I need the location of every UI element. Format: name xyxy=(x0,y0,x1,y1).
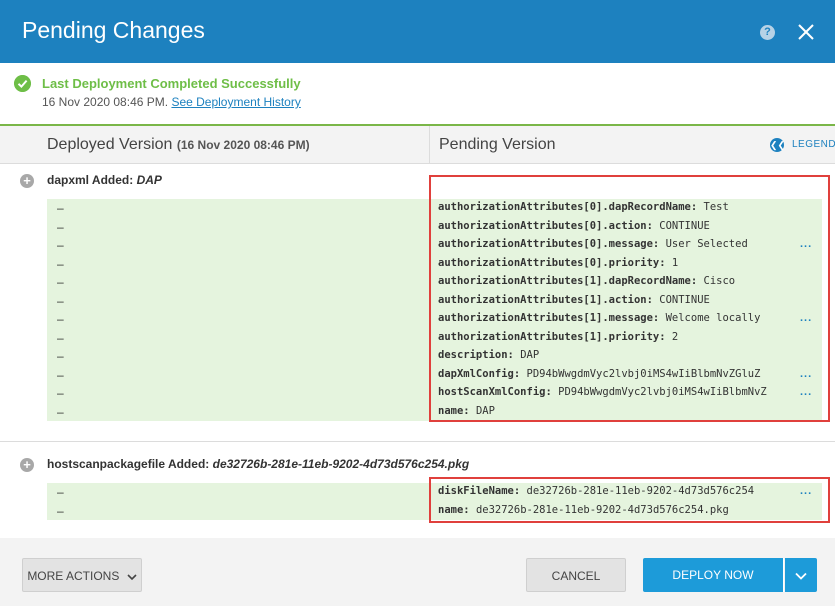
last-deployment-date: 16 Nov 2020 08:46 PM. xyxy=(42,95,169,109)
plus-circle-icon[interactable]: + xyxy=(20,174,34,188)
column-divider xyxy=(429,126,430,164)
cancel-button[interactable]: CANCEL xyxy=(526,558,626,592)
check-circle-icon xyxy=(14,75,31,92)
see-deployment-history-link[interactable]: See Deployment History xyxy=(171,95,300,109)
section-object-name: DAP xyxy=(136,173,162,187)
deployed-version-title: Deployed Version xyxy=(47,136,173,153)
version-column-header: Deployed Version (16 Nov 2020 08:46 PM) … xyxy=(0,126,835,164)
status-title: Last Deployment Completed Successfully xyxy=(42,76,301,91)
section-object-name: de32726b-281e-11eb-9202-4d73d576c254.pkg xyxy=(212,457,470,471)
section-title: hostscanpackagefile Added: de32726b-281e… xyxy=(47,457,470,471)
section-title: dapxml Added: DAP xyxy=(47,173,162,187)
deployed-version-heading: Deployed Version (16 Nov 2020 08:46 PM) xyxy=(47,136,310,154)
close-icon[interactable] xyxy=(796,22,816,42)
more-actions-button[interactable]: MORE ACTIONS xyxy=(22,558,142,592)
deployed-version-date: (16 Nov 2020 08:46 PM) xyxy=(176,138,310,152)
deployment-status: Last Deployment Completed Successfully 1… xyxy=(0,63,835,125)
plus-circle-icon[interactable]: + xyxy=(20,458,34,472)
highlight-box xyxy=(429,477,830,523)
dialog-header: Pending Changes ? xyxy=(0,0,835,63)
help-icon[interactable]: ? xyxy=(760,25,775,40)
legend-label: LEGEND xyxy=(792,139,835,150)
section-divider xyxy=(0,441,835,442)
section-hostscan-header: + hostscanpackagefile Added: de32726b-28… xyxy=(0,450,835,480)
deploy-now-button[interactable]: DEPLOY NOW xyxy=(643,558,784,592)
dialog-title: Pending Changes xyxy=(22,17,205,43)
chevron-down-icon xyxy=(795,572,807,580)
pending-version-title: Pending Version xyxy=(439,136,556,153)
highlight-box xyxy=(429,175,830,422)
legend-icon: ❮❮ xyxy=(770,138,786,152)
dialog-footer: MORE ACTIONS CANCEL DEPLOY NOW xyxy=(0,538,835,606)
status-date: 16 Nov 2020 08:46 PM. See Deployment His… xyxy=(42,95,301,109)
deploy-options-dropdown[interactable] xyxy=(785,558,817,592)
chevron-down-icon xyxy=(127,574,137,580)
